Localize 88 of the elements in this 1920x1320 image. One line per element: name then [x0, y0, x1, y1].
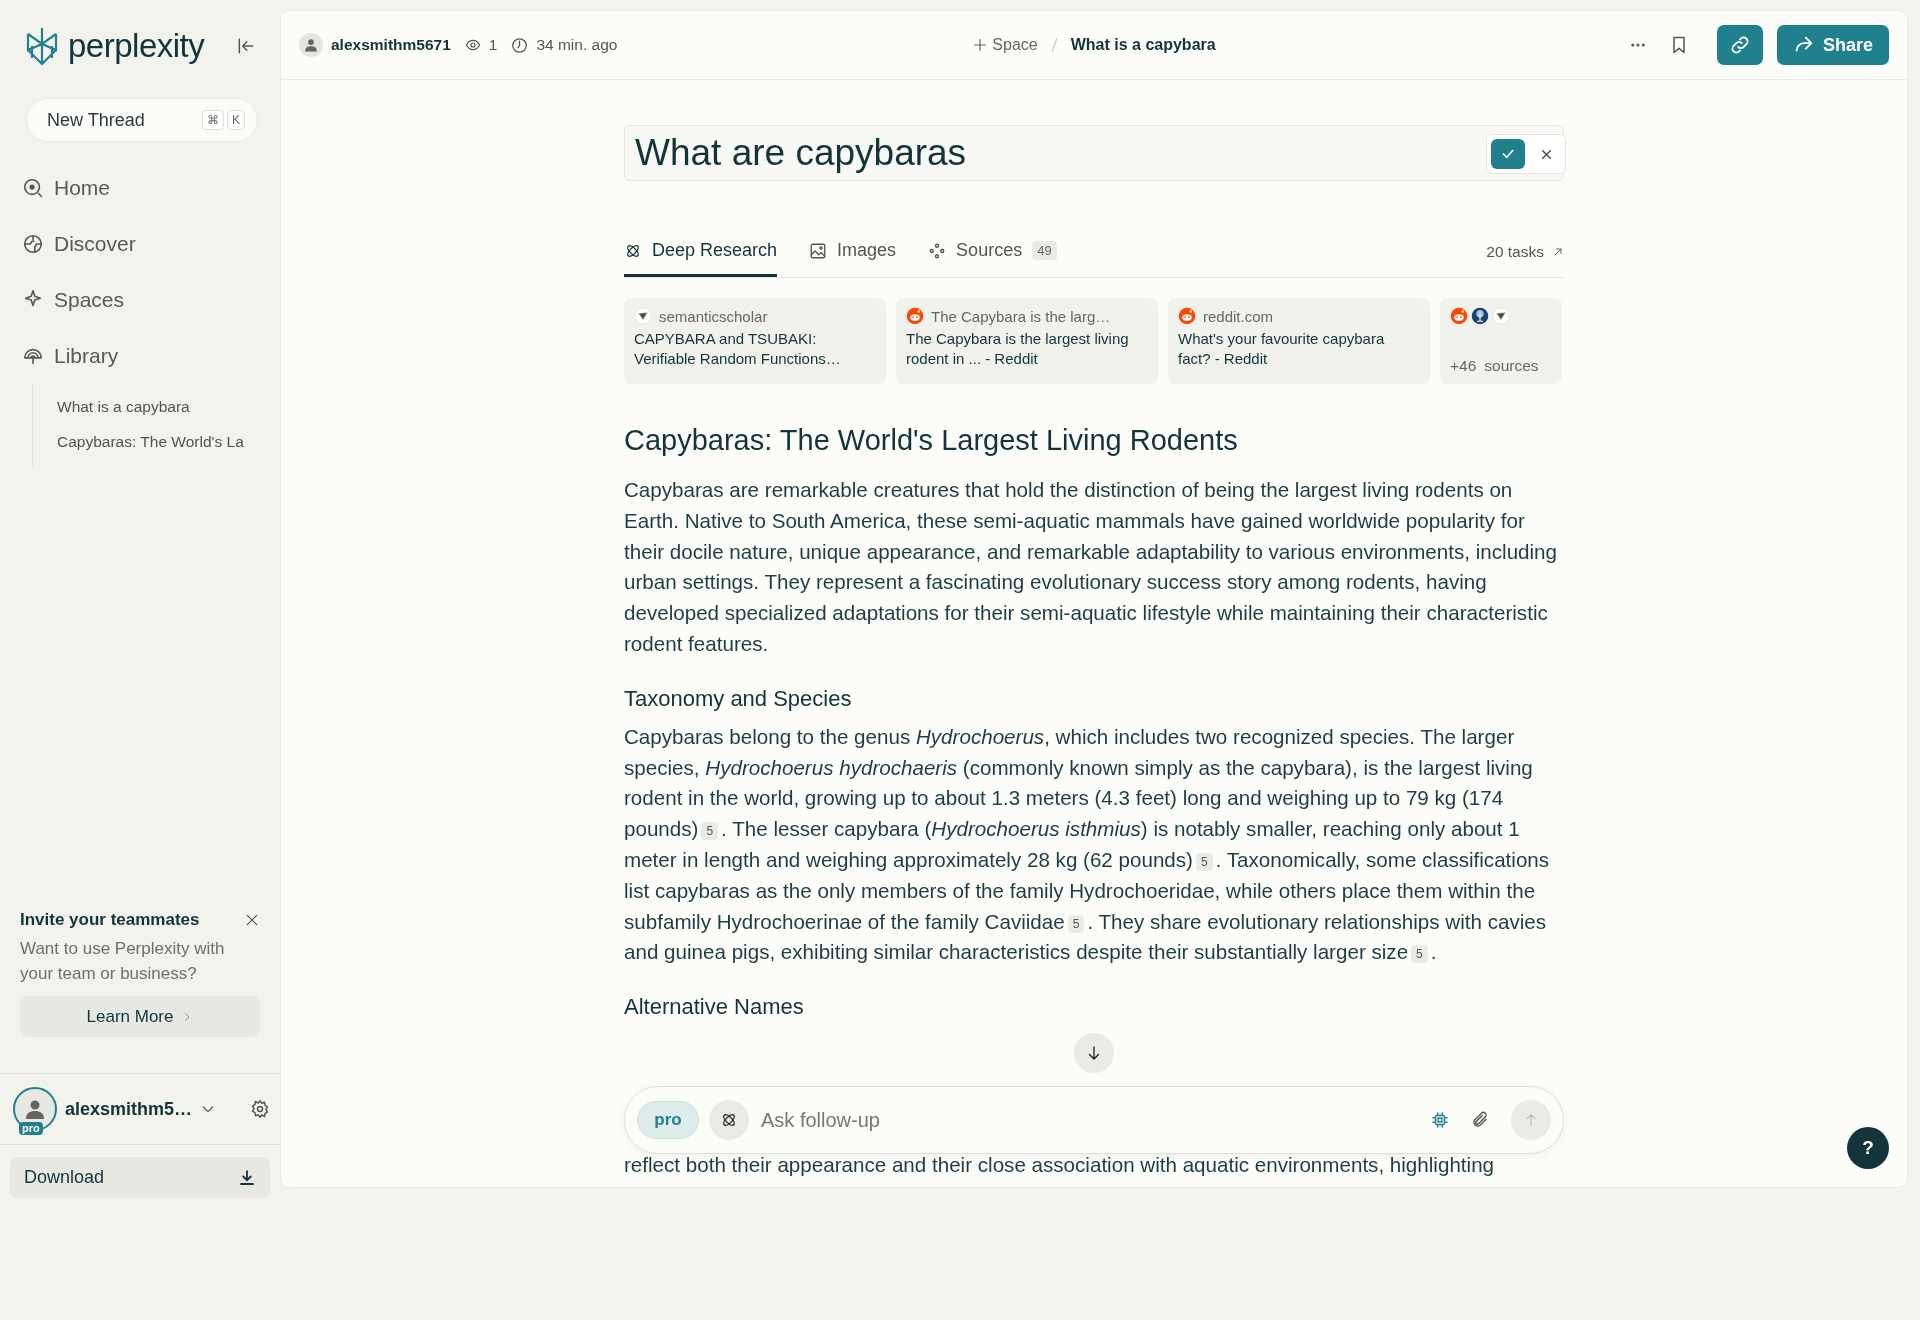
nav-item[interactable]: Discover [0, 216, 280, 272]
paragraph: Capybaras are remarkable creatures that hold the distinction of being the largest living rodents on Earth. Native to South America, these semi-aquatic mammals have gained worldwide popularity for their docile nature, unique appearance, and remarkable adaptability to various environments, including urban settings. They represent a fascinating evolutionary success story among rodents, having developed specialized adaptations for their semi-aquatic lifestyle while maintaining their characteristic rodent features. [624, 477, 1558, 657]
library-thread-link[interactable]: What is a capybara [33, 390, 280, 425]
section-heading: Alternative Names [624, 994, 805, 1021]
clock-icon [511, 36, 529, 54]
pro-toggle[interactable]: pro [637, 1101, 699, 1139]
citation-badge[interactable]: 5 [701, 822, 719, 841]
source-title: The Capybara is the largest living rodent in ... - Reddit [906, 329, 1130, 369]
author-avatar [299, 33, 323, 57]
count-badge: 49 [1032, 241, 1057, 260]
scholar-icon [1492, 307, 1510, 325]
collapse-sidebar-icon[interactable] [236, 36, 256, 56]
tab[interactable]: Images [809, 227, 897, 277]
scroll-down-button[interactable] [1074, 1033, 1114, 1073]
more-sources-card[interactable]: +46 sources [1440, 298, 1562, 384]
new-thread-button[interactable]: New Thread ⌘ K [26, 98, 258, 142]
paperclip-icon[interactable] [1471, 1111, 1489, 1129]
research-mode-button[interactable] [709, 1100, 749, 1140]
logo-text: perplexity [68, 27, 205, 65]
help-button[interactable]: ? [1847, 1127, 1889, 1169]
follow-up-bar[interactable]: pro Ask follow-up [624, 1086, 1564, 1154]
nav-item[interactable]: Spaces [0, 272, 280, 328]
alien-face-icon [906, 307, 924, 325]
source-card[interactable]: semanticscholar CAPYBARA and TSUBAKI: Verifiable Random Functions… [624, 298, 886, 384]
follow-up-field[interactable]: Ask follow-up [759, 1107, 1421, 1133]
close-icon [1539, 147, 1553, 161]
author-name[interactable]: alexsmithm5671 [331, 36, 451, 54]
chip-icon[interactable] [1431, 1111, 1449, 1129]
source-title: What's your favourite capybara fact? - Reddit [1178, 329, 1386, 369]
research-icon [720, 1111, 738, 1129]
copy-link-button[interactable] [1717, 25, 1763, 65]
invite-text: Want to use Perplexity with your team or business? [20, 938, 226, 985]
share-button[interactable]: Share [1777, 25, 1889, 65]
nav-item[interactable]: Home [0, 160, 280, 216]
download-button[interactable]: Download [10, 1157, 270, 1198]
add-to-space-button[interactable]: Space [972, 36, 1038, 54]
scholar-icon [634, 307, 652, 325]
nav-item[interactable]: Library [0, 328, 280, 384]
paragraph: reflect both their appearance and their close association with aquatic environments, highlighting [624, 1152, 1496, 1179]
user-name[interactable]: alexsmithm5… [65, 1098, 193, 1120]
shortcut-key: ⌘ [202, 110, 224, 130]
sources-label: sources [1484, 357, 1539, 375]
learn-more-button[interactable]: Learn More [20, 996, 260, 1037]
logo-icon [24, 26, 60, 66]
nav-label: Home [54, 176, 111, 200]
alien-face-icon [1450, 307, 1468, 325]
nav-label: Discover [54, 232, 136, 256]
images-icon [809, 241, 828, 260]
alien-face-icon [1178, 307, 1196, 325]
confirm-button[interactable] [1491, 139, 1525, 169]
thread-title: What is a capybara [1070, 36, 1216, 54]
arrow-up-icon [1523, 1112, 1539, 1128]
tasks-link[interactable]: 20 tasks [1486, 243, 1564, 261]
link-icon [1729, 34, 1751, 56]
source-site: semanticscholar [659, 307, 768, 325]
citation-badge[interactable]: 5 [1411, 945, 1428, 964]
section-heading: Taxonomy and Species [624, 685, 853, 712]
paragraph: Capybaras belong to the genus Hydrochoerus, which includes two recognized species. The larger species, Hydrochoerus hydrochaeris (commonly known simply as the capybara), is the largest living rodent in the world, growing up to about 1.3 meters (4.3 feet) long and weighing up to 79 kg (174 pounds) 5 . The lesser capybara (Hydrochoerus isthmius) is notably smaller, reaching only about 1 meter in length and weighing approximately 28 kg (62 pounds) 5 . Taxonomically, some classifications list capybaras as the only members of the family Hydrochoeridae, while others place them within the subfamily Hydrochoerinae of the family Caviidae 5 . They share evolutionary relationships with cavies and guinea pigs, exhibiting similar characteristics despite their substantially larger size 5 . [624, 723, 1551, 966]
sources-icon [928, 241, 947, 260]
library-thread-link[interactable]: Capybaras: The World's La [33, 425, 280, 460]
settings-icon[interactable] [250, 1099, 271, 1119]
tree-icon [1471, 307, 1489, 325]
source-title: CAPYBARA and TSUBAKI: Verifiable Random Functions… [634, 329, 842, 369]
view-count: 1 [488, 36, 498, 54]
arrow-up-right-icon [1552, 246, 1564, 258]
nav-label: Spaces [54, 288, 125, 312]
download-icon [238, 1168, 256, 1187]
close-icon[interactable] [244, 912, 260, 928]
query-field[interactable]: What are capybaras [624, 125, 1564, 181]
source-count: +46 [1450, 357, 1477, 375]
citation-badge[interactable]: 5 [1195, 852, 1213, 871]
eye-icon [464, 37, 481, 53]
source-site: The Capybara is the larg… [931, 307, 1111, 325]
plus-icon [972, 37, 989, 53]
citation-badge[interactable]: 5 [1067, 914, 1085, 933]
article-title: Capybaras: The World's Largest Living Rodents [624, 424, 1239, 457]
home-icon [22, 177, 44, 199]
pro-badge: pro [19, 1122, 43, 1135]
time-ago: 34 min. ago [536, 36, 618, 54]
invite-title: Invite your teammates [20, 910, 200, 930]
tab[interactable]: Deep Research [624, 227, 778, 277]
source-site: reddit.com [1203, 307, 1274, 325]
tab[interactable]: Sources 49 [928, 227, 1057, 277]
nav-label: Library [54, 344, 119, 368]
source-card[interactable]: The Capybara is the larg… The Capybara is the largest living rodent in ... - Reddit [896, 298, 1158, 384]
shortcut-key: K [227, 110, 245, 130]
source-card[interactable]: reddit.com What's your favourite capybara fact? - Reddit [1168, 298, 1430, 384]
discover-icon [22, 233, 44, 255]
